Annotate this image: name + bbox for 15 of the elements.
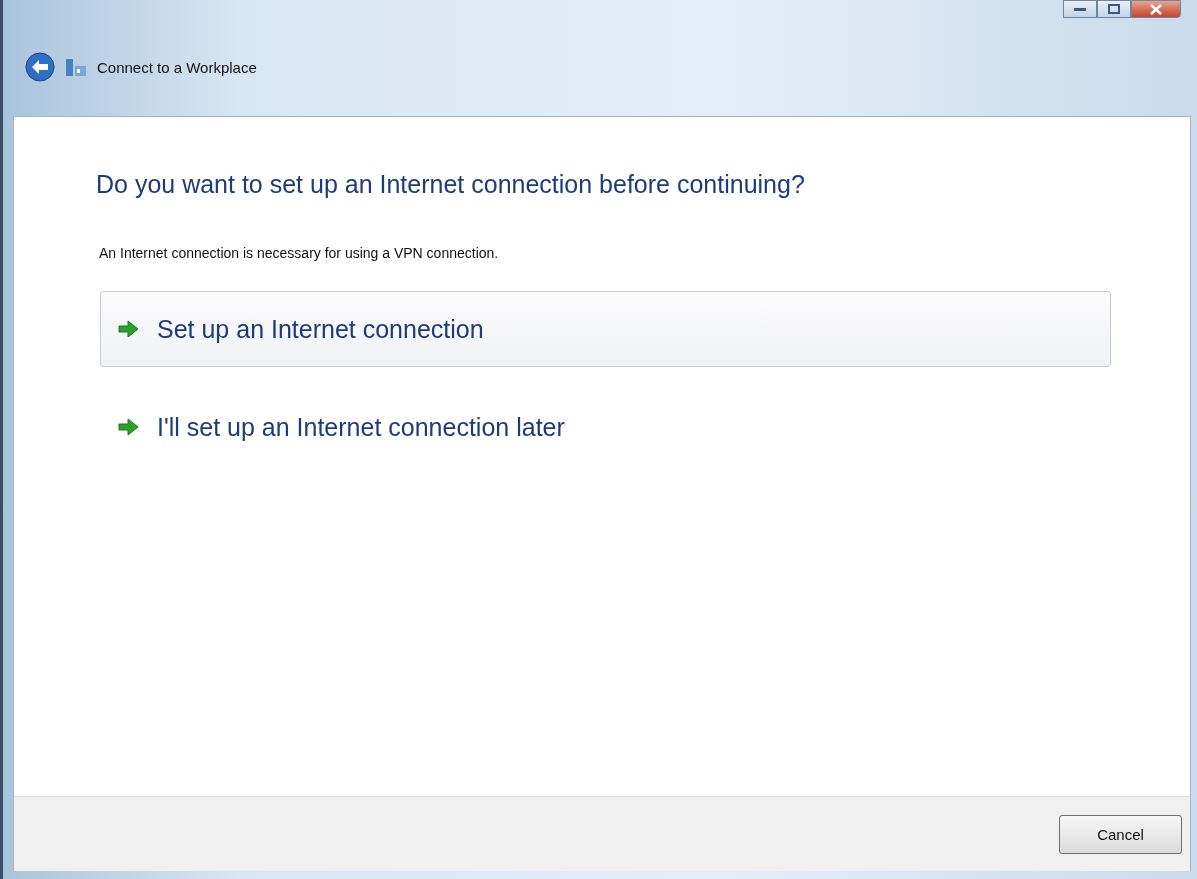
close-button[interactable] [1131, 0, 1181, 18]
network-icon [65, 56, 87, 78]
minimize-icon [1074, 7, 1086, 11]
option-link[interactable]: Set up an Internet connection [100, 291, 1111, 367]
cancel-button[interactable]: Cancel [1059, 814, 1182, 854]
maximize-button[interactable] [1097, 0, 1131, 18]
option-link[interactable]: I'll set up an Internet connection later [100, 389, 1111, 465]
maximize-icon [1108, 4, 1120, 14]
close-icon [1150, 3, 1162, 15]
arrow-icon [117, 418, 139, 436]
window-title: Connect to a Workplace [97, 58, 257, 76]
arrow-icon [117, 320, 139, 338]
description-text: An Internet connection is necessary for using a VPN connection. [99, 245, 500, 261]
minimize-button[interactable] [1063, 0, 1097, 18]
heading: Do you want to set up an Internet connection before continuing? [96, 170, 806, 199]
